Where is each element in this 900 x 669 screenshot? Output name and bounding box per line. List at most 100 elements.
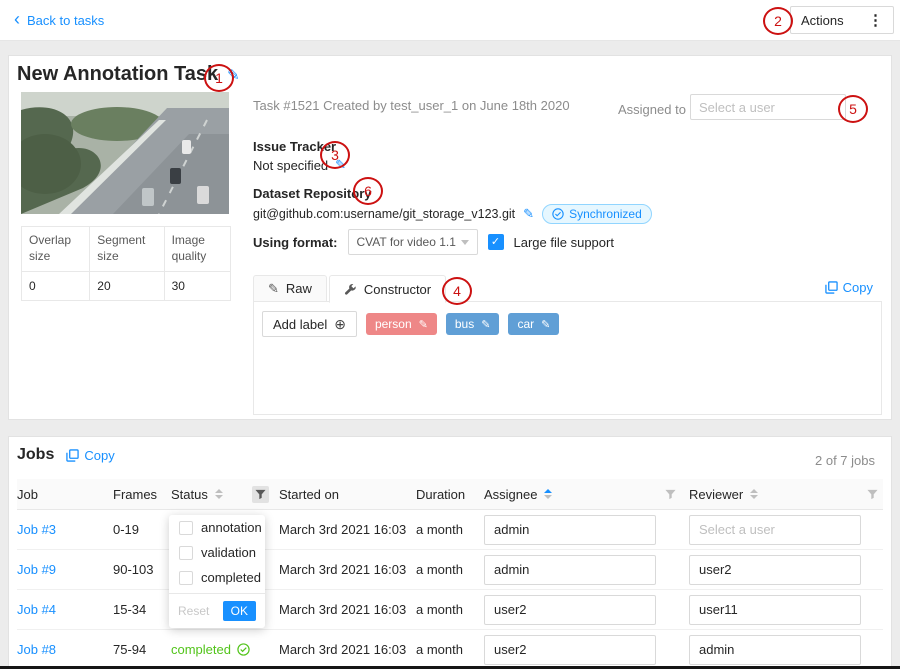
jobs-card: Jobs Copy 2 of 7 jobs Job Frames Status	[8, 436, 892, 669]
edit-label-icon[interactable]: ✎	[481, 318, 490, 331]
column-job: Job	[17, 487, 113, 502]
sort-assignee-icon[interactable]	[544, 489, 552, 499]
assignee-input[interactable]	[484, 515, 656, 545]
assigned-to-label: Assigned to	[618, 102, 686, 117]
tab-raw[interactable]: ✎ Raw	[253, 275, 327, 302]
copy-icon	[825, 281, 838, 294]
job-started: March 3rd 2021 16:03	[279, 562, 416, 577]
copy-labels-link[interactable]: Copy	[825, 280, 873, 295]
filter-option-validation[interactable]: validation	[169, 540, 265, 565]
filter-option-label: completed	[201, 570, 261, 585]
sort-reviewer-icon[interactable]	[750, 489, 758, 499]
job-link[interactable]: Job #3	[17, 522, 56, 537]
filter-reviewer-icon[interactable]	[864, 486, 881, 503]
labels-constructor: Add label ⊕ person ✎ bus ✎ car ✎	[253, 301, 882, 415]
assigned-to-input[interactable]	[690, 94, 846, 120]
plus-circle-icon: ⊕	[334, 316, 346, 333]
filter-assignee-icon[interactable]	[662, 486, 679, 503]
copy-jobs-link[interactable]: Copy	[66, 448, 114, 463]
dataset-repository-row: git@github.com:username/git_storage_v123…	[253, 204, 652, 224]
reviewer-input[interactable]	[689, 555, 861, 585]
label-tag-car[interactable]: car ✎	[508, 313, 559, 335]
label-name: person	[375, 317, 412, 331]
edit-repository-icon[interactable]: ✎	[523, 206, 534, 222]
task-title: New Annotation Task	[17, 63, 218, 86]
param-header-overlap: Overlap size	[22, 227, 90, 272]
label-tag-bus[interactable]: bus ✎	[446, 313, 500, 335]
filter-footer: Reset OK	[169, 593, 265, 628]
task-preview-image	[21, 92, 229, 214]
filter-option-label: annotation	[201, 520, 262, 535]
param-header-segment: Segment size	[90, 227, 164, 272]
param-value-overlap: 0	[22, 272, 90, 301]
job-row: Job #3 0-19 March 3rd 2021 16:03 a month	[17, 510, 883, 550]
format-select[interactable]: CVAT for video 1.1	[348, 229, 478, 255]
sync-badge-label: Synchronized	[569, 207, 642, 221]
filter-option-completed[interactable]: completed	[169, 565, 265, 590]
annotation-circle-4: 4	[442, 277, 472, 305]
job-link[interactable]: Job #4	[17, 602, 56, 617]
job-row: Job #8 75-94 completed March 3rd 2021 16…	[17, 630, 883, 669]
large-file-support-label: Large file support	[514, 235, 614, 250]
edit-label-icon[interactable]: ✎	[419, 318, 428, 331]
filter-ok-button[interactable]: OK	[223, 601, 256, 621]
copy-icon	[66, 449, 79, 462]
add-label-button[interactable]: Add label ⊕	[262, 311, 357, 337]
column-duration: Duration	[416, 487, 484, 502]
labels-tabs: ✎ Raw Constructor	[253, 275, 448, 302]
label-name: bus	[455, 317, 474, 331]
label-name: car	[517, 317, 534, 331]
assignee-input[interactable]	[484, 555, 656, 585]
page: ‹ Back to tasks Actions ⋮ New Annotation…	[0, 0, 900, 669]
tab-constructor[interactable]: Constructor	[329, 275, 446, 303]
checkbox[interactable]	[179, 571, 193, 585]
assignee-input[interactable]	[484, 635, 656, 665]
job-started: March 3rd 2021 16:03	[279, 522, 416, 537]
jobs-table-header: Job Frames Status Started on Duration As…	[17, 479, 883, 510]
job-duration: a month	[416, 642, 484, 657]
job-link[interactable]: Job #9	[17, 562, 56, 577]
jobs-table: Job Frames Status Started on Duration As…	[17, 479, 883, 669]
build-icon	[344, 283, 357, 296]
actions-button[interactable]: Actions ⋮	[790, 6, 894, 34]
param-value-segment: 20	[90, 272, 164, 301]
checkbox[interactable]	[179, 521, 193, 535]
jobs-count: 2 of 7 jobs	[815, 453, 875, 468]
checkbox[interactable]	[179, 546, 193, 560]
edit-label-icon[interactable]: ✎	[541, 318, 550, 331]
job-link[interactable]: Job #8	[17, 642, 56, 657]
jobs-title: Jobs	[17, 446, 54, 464]
task-details-card: New Annotation Task ✎ Overlap size Segme…	[8, 55, 892, 420]
back-to-tasks-link[interactable]: ‹ Back to tasks	[14, 0, 104, 40]
label-tag-person[interactable]: person ✎	[366, 313, 437, 335]
annotation-circle-5: 5	[838, 95, 868, 123]
labels-row: Add label ⊕ person ✎ bus ✎ car ✎	[262, 311, 559, 337]
assignee-input[interactable]	[484, 595, 656, 625]
job-frames: 75-94	[113, 642, 171, 657]
param-header-quality: Image quality	[164, 227, 230, 272]
job-started: March 3rd 2021 16:03	[279, 602, 416, 617]
filter-status-icon[interactable]	[252, 486, 269, 503]
job-frames: 90-103	[113, 562, 171, 577]
column-status: Status	[171, 486, 279, 503]
job-duration: a month	[416, 602, 484, 617]
reviewer-input[interactable]	[689, 595, 861, 625]
issue-tracker-value: Not specified	[253, 158, 328, 173]
reviewer-input[interactable]	[689, 515, 861, 545]
job-duration: a month	[416, 522, 484, 537]
job-frames: 0-19	[113, 522, 171, 537]
back-chevron-icon: ‹	[14, 10, 20, 28]
column-started-on: Started on	[279, 487, 416, 502]
job-row: Job #4 15-34 March 3rd 2021 16:03 a mont…	[17, 590, 883, 630]
reviewer-input[interactable]	[689, 635, 861, 665]
sort-status-icon[interactable]	[215, 489, 223, 499]
filter-option-annotation[interactable]: annotation	[169, 515, 265, 540]
format-select-value: CVAT for video 1.1	[357, 235, 456, 249]
copy-label: Copy	[843, 280, 873, 295]
check-circle-icon	[552, 208, 564, 220]
param-value-quality: 30	[164, 272, 230, 301]
tab-raw-label: Raw	[286, 281, 312, 296]
large-file-support-checkbox[interactable]: ✓	[488, 234, 504, 250]
job-started: March 3rd 2021 16:03	[279, 642, 416, 657]
filter-reset-button[interactable]: Reset	[178, 604, 209, 618]
